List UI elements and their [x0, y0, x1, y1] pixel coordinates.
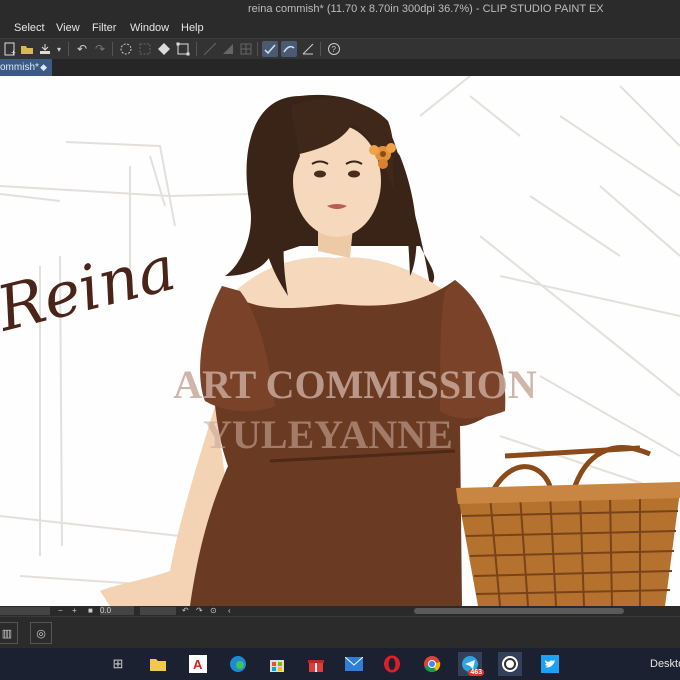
task-view-icon[interactable]: ⊞ — [106, 652, 130, 676]
save-icon[interactable] — [37, 41, 53, 57]
canvas-tab-bar: ommish* ◆ — [0, 59, 680, 76]
gift-icon[interactable] — [304, 652, 328, 676]
open-folder-icon[interactable] — [19, 41, 35, 57]
snap-to-special-ruler-icon[interactable] — [281, 41, 297, 57]
zoom-value[interactable]: 0.0 — [100, 606, 134, 615]
twitter-icon[interactable] — [538, 652, 562, 676]
drawing-canvas[interactable]: Reina ART COMMISSION YULEYANNE — [0, 76, 680, 606]
help-search-icon[interactable]: ? — [326, 41, 342, 57]
new-file-icon[interactable]: + — [2, 41, 18, 57]
show-desktop-label[interactable]: Deskto — [650, 658, 680, 670]
save-dropdown-icon[interactable]: ▾ — [54, 41, 64, 57]
adobe-acrobat-icon[interactable]: A — [186, 652, 210, 676]
rotate-right-icon[interactable]: ↷ — [196, 606, 203, 615]
left-eye — [314, 170, 326, 178]
microsoft-store-icon[interactable] — [265, 652, 289, 676]
menu-bar: Select View Filter Window Help — [0, 18, 680, 54]
tab-reina-commish[interactable]: ommish* ◆ — [0, 59, 52, 76]
mail-icon[interactable] — [342, 652, 366, 676]
chrome-browser-icon[interactable] — [420, 652, 444, 676]
panel-camera-icon[interactable]: ◎ — [30, 622, 52, 644]
clear-outside-icon[interactable] — [137, 41, 153, 57]
fill-icon[interactable] — [156, 41, 172, 57]
toolbar-divider — [112, 42, 113, 56]
reset-rotation-icon[interactable]: ⊙ — [210, 606, 217, 615]
tab-close-icon[interactable]: ◆ — [40, 62, 47, 73]
zoom-out-icon[interactable]: − — [58, 606, 63, 615]
windows-taskbar: ⊞ A 463 Deskto — [0, 648, 680, 680]
perspective-icon[interactable] — [220, 41, 236, 57]
snap-to-ruler-icon[interactable] — [262, 41, 278, 57]
scroll-left-icon[interactable]: ‹ — [228, 606, 231, 615]
zoom-in-icon[interactable]: + — [72, 606, 77, 615]
telegram-badge: 463 — [468, 669, 484, 676]
redo-icon[interactable]: ↷ — [92, 41, 108, 57]
panel-layout-icon[interactable]: ▥ — [0, 622, 18, 644]
menu-view[interactable]: View — [56, 22, 80, 34]
snap-to-grid-icon[interactable] — [300, 41, 316, 57]
canvas-status-bar: − + ■ 0.0 ↶ ↷ ⊙ ‹ — [0, 606, 680, 616]
rotate-left-icon[interactable]: ↶ — [182, 606, 189, 615]
svg-text:A: A — [193, 657, 203, 672]
tab-label: ommish* — [0, 62, 39, 73]
right-eye — [348, 170, 360, 178]
file-explorer-icon[interactable] — [146, 652, 170, 676]
grid-icon[interactable] — [238, 41, 254, 57]
menu-window[interactable]: Window — [130, 22, 169, 34]
fit-icon[interactable]: ■ — [88, 606, 93, 615]
line-app-icon[interactable] — [498, 652, 522, 676]
menu-help[interactable]: Help — [181, 22, 204, 34]
panel-strip: ▥ ◎ — [0, 616, 680, 649]
toolbar-divider — [196, 42, 197, 56]
command-bar: + ▾ ↶ ↷ ? — [0, 38, 680, 59]
clear-selection-icon[interactable] — [118, 41, 134, 57]
picnic-basket — [456, 445, 680, 606]
toolbar-divider — [257, 42, 258, 56]
toolbar-divider — [68, 42, 69, 56]
horizontal-scrollbar[interactable] — [414, 608, 624, 614]
rotate-slider[interactable] — [140, 607, 176, 615]
watermark-line1: ART COMMISSION — [173, 362, 537, 407]
edge-browser-icon[interactable] — [226, 652, 250, 676]
telegram-icon[interactable]: 463 — [458, 652, 484, 676]
artwork: Reina ART COMMISSION YULEYANNE — [0, 76, 680, 606]
svg-text:+: + — [11, 48, 16, 56]
nav-scroll[interactable] — [0, 607, 50, 615]
ruler-icon[interactable] — [202, 41, 218, 57]
menu-select[interactable]: Select — [14, 22, 45, 34]
toolbar-divider — [320, 42, 321, 56]
opera-browser-icon[interactable] — [380, 652, 404, 676]
signature-text: Reina — [0, 231, 182, 346]
transform-icon[interactable] — [175, 41, 191, 57]
menu-filter[interactable]: Filter — [92, 22, 116, 34]
svg-text:?: ? — [332, 45, 337, 54]
title-bar: reina commish* (11.70 x 8.70in 300dpi 36… — [0, 0, 680, 18]
watermark-line2: YULEYANNE — [203, 412, 453, 457]
window-title: reina commish* (11.70 x 8.70in 300dpi 36… — [248, 3, 604, 15]
undo-icon[interactable]: ↶ — [74, 41, 90, 57]
